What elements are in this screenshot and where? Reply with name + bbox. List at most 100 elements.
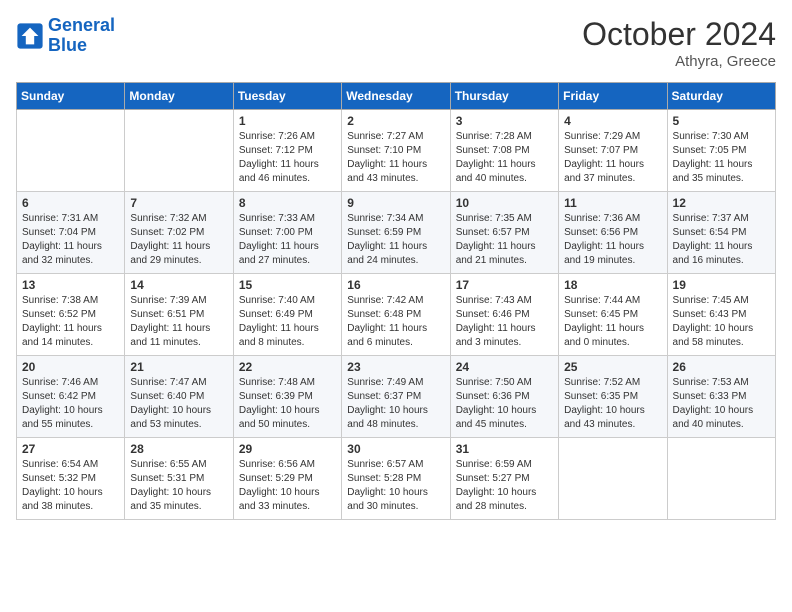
calendar-cell: 29 Sunrise: 6:56 AM Sunset: 5:29 PM Dayli… bbox=[233, 438, 341, 520]
cell-info: Sunrise: 7:29 AM Sunset: 7:07 PM Dayligh… bbox=[564, 130, 661, 186]
day-number: 15 bbox=[239, 278, 336, 292]
cell-info: Sunrise: 7:36 AM Sunset: 6:56 PM Dayligh… bbox=[564, 212, 661, 268]
day-number: 10 bbox=[456, 196, 553, 210]
calendar-cell: 1 Sunrise: 7:26 AM Sunset: 7:12 PM Daylig… bbox=[233, 110, 341, 192]
cell-info: Sunrise: 7:50 AM Sunset: 6:36 PM Dayligh… bbox=[456, 376, 553, 432]
day-number: 17 bbox=[456, 278, 553, 292]
day-number: 12 bbox=[673, 196, 770, 210]
location: Athyra, Greece bbox=[582, 53, 776, 70]
week-row-2: 6 Sunrise: 7:31 AM Sunset: 7:04 PM Daylig… bbox=[17, 192, 776, 274]
weekday-saturday: Saturday bbox=[667, 83, 775, 110]
cell-info: Sunrise: 7:46 AM Sunset: 6:42 PM Dayligh… bbox=[22, 376, 119, 432]
title-block: October 2024 Athyra, Greece bbox=[582, 16, 776, 70]
calendar-cell bbox=[559, 438, 667, 520]
cell-info: Sunrise: 7:39 AM Sunset: 6:51 PM Dayligh… bbox=[130, 294, 227, 350]
calendar-cell: 6 Sunrise: 7:31 AM Sunset: 7:04 PM Daylig… bbox=[17, 192, 125, 274]
calendar-table: SundayMondayTuesdayWednesdayThursdayFrid… bbox=[16, 82, 776, 520]
cell-info: Sunrise: 7:32 AM Sunset: 7:02 PM Dayligh… bbox=[130, 212, 227, 268]
page-header: General Blue October 2024 Athyra, Greece bbox=[16, 16, 776, 70]
day-number: 13 bbox=[22, 278, 119, 292]
day-number: 14 bbox=[130, 278, 227, 292]
month-title: October 2024 bbox=[582, 16, 776, 53]
calendar-cell: 18 Sunrise: 7:44 AM Sunset: 6:45 PM Dayli… bbox=[559, 274, 667, 356]
calendar-cell: 25Sunrise: 7:52 AM Sunset: 6:35 PM Dayli… bbox=[559, 356, 667, 438]
calendar-cell: 17 Sunrise: 7:43 AM Sunset: 6:46 PM Dayli… bbox=[450, 274, 558, 356]
day-number: 7 bbox=[130, 196, 227, 210]
calendar-cell: 3 Sunrise: 7:28 AM Sunset: 7:08 PM Daylig… bbox=[450, 110, 558, 192]
calendar-cell: 20Sunrise: 7:46 AM Sunset: 6:42 PM Dayli… bbox=[17, 356, 125, 438]
calendar-cell bbox=[667, 438, 775, 520]
cell-info: Sunrise: 6:56 AM Sunset: 5:29 PM Dayligh… bbox=[239, 458, 336, 514]
day-number: 23 bbox=[347, 360, 444, 374]
calendar-cell: 10 Sunrise: 7:35 AM Sunset: 6:57 PM Dayli… bbox=[450, 192, 558, 274]
cell-info: Sunrise: 7:44 AM Sunset: 6:45 PM Dayligh… bbox=[564, 294, 661, 350]
day-number: 18 bbox=[564, 278, 661, 292]
cell-info: Sunrise: 7:47 AM Sunset: 6:40 PM Dayligh… bbox=[130, 376, 227, 432]
logo-text: General Blue bbox=[48, 16, 115, 56]
calendar-cell: 22Sunrise: 7:48 AM Sunset: 6:39 PM Dayli… bbox=[233, 356, 341, 438]
weekday-friday: Friday bbox=[559, 83, 667, 110]
cell-info: Sunrise: 6:54 AM Sunset: 5:32 PM Dayligh… bbox=[22, 458, 119, 514]
day-number: 2 bbox=[347, 114, 444, 128]
day-number: 6 bbox=[22, 196, 119, 210]
cell-info: Sunrise: 6:59 AM Sunset: 5:27 PM Dayligh… bbox=[456, 458, 553, 514]
calendar-cell: 9Sunrise: 7:34 AM Sunset: 6:59 PM Daylig… bbox=[342, 192, 450, 274]
day-number: 29 bbox=[239, 442, 336, 456]
calendar-cell: 30Sunrise: 6:57 AM Sunset: 5:28 PM Dayli… bbox=[342, 438, 450, 520]
weekday-sunday: Sunday bbox=[17, 83, 125, 110]
logo: General Blue bbox=[16, 16, 115, 56]
week-row-1: 1 Sunrise: 7:26 AM Sunset: 7:12 PM Daylig… bbox=[17, 110, 776, 192]
day-number: 24 bbox=[456, 360, 553, 374]
calendar-cell: 27 Sunrise: 6:54 AM Sunset: 5:32 PM Dayli… bbox=[17, 438, 125, 520]
day-number: 25 bbox=[564, 360, 661, 374]
calendar-cell: 19 Sunrise: 7:45 AM Sunset: 6:43 PM Dayli… bbox=[667, 274, 775, 356]
calendar-cell: 4Sunrise: 7:29 AM Sunset: 7:07 PM Daylig… bbox=[559, 110, 667, 192]
weekday-wednesday: Wednesday bbox=[342, 83, 450, 110]
day-number: 31 bbox=[456, 442, 553, 456]
day-number: 22 bbox=[239, 360, 336, 374]
cell-info: Sunrise: 7:43 AM Sunset: 6:46 PM Dayligh… bbox=[456, 294, 553, 350]
calendar-cell: 24 Sunrise: 7:50 AM Sunset: 6:36 PM Dayli… bbox=[450, 356, 558, 438]
cell-info: Sunrise: 7:31 AM Sunset: 7:04 PM Dayligh… bbox=[22, 212, 119, 268]
week-row-4: 20Sunrise: 7:46 AM Sunset: 6:42 PM Dayli… bbox=[17, 356, 776, 438]
calendar-cell: 11 Sunrise: 7:36 AM Sunset: 6:56 PM Dayli… bbox=[559, 192, 667, 274]
logo-icon bbox=[16, 22, 44, 50]
calendar-cell: 23 Sunrise: 7:49 AM Sunset: 6:37 PM Dayli… bbox=[342, 356, 450, 438]
cell-info: Sunrise: 7:49 AM Sunset: 6:37 PM Dayligh… bbox=[347, 376, 444, 432]
day-number: 1 bbox=[239, 114, 336, 128]
day-number: 11 bbox=[564, 196, 661, 210]
cell-info: Sunrise: 6:55 AM Sunset: 5:31 PM Dayligh… bbox=[130, 458, 227, 514]
calendar-cell: 28Sunrise: 6:55 AM Sunset: 5:31 PM Dayli… bbox=[125, 438, 233, 520]
cell-info: Sunrise: 7:35 AM Sunset: 6:57 PM Dayligh… bbox=[456, 212, 553, 268]
calendar-cell: 2 Sunrise: 7:27 AM Sunset: 7:10 PM Daylig… bbox=[342, 110, 450, 192]
calendar-cell: 21 Sunrise: 7:47 AM Sunset: 6:40 PM Dayli… bbox=[125, 356, 233, 438]
weekday-header-row: SundayMondayTuesdayWednesdayThursdayFrid… bbox=[17, 83, 776, 110]
weekday-monday: Monday bbox=[125, 83, 233, 110]
calendar-cell: 15 Sunrise: 7:40 AM Sunset: 6:49 PM Dayli… bbox=[233, 274, 341, 356]
cell-info: Sunrise: 7:28 AM Sunset: 7:08 PM Dayligh… bbox=[456, 130, 553, 186]
cell-info: Sunrise: 7:40 AM Sunset: 6:49 PM Dayligh… bbox=[239, 294, 336, 350]
calendar-cell: 12Sunrise: 7:37 AM Sunset: 6:54 PM Dayli… bbox=[667, 192, 775, 274]
calendar-cell: 31 Sunrise: 6:59 AM Sunset: 5:27 PM Dayli… bbox=[450, 438, 558, 520]
day-number: 3 bbox=[456, 114, 553, 128]
weekday-tuesday: Tuesday bbox=[233, 83, 341, 110]
day-number: 9 bbox=[347, 196, 444, 210]
day-number: 21 bbox=[130, 360, 227, 374]
cell-info: Sunrise: 7:27 AM Sunset: 7:10 PM Dayligh… bbox=[347, 130, 444, 186]
day-number: 19 bbox=[673, 278, 770, 292]
cell-info: Sunrise: 7:26 AM Sunset: 7:12 PM Dayligh… bbox=[239, 130, 336, 186]
calendar-cell: 5Sunrise: 7:30 AM Sunset: 7:05 PM Daylig… bbox=[667, 110, 775, 192]
day-number: 27 bbox=[22, 442, 119, 456]
calendar-cell bbox=[125, 110, 233, 192]
calendar-cell: 16 Sunrise: 7:42 AM Sunset: 6:48 PM Dayli… bbox=[342, 274, 450, 356]
cell-info: Sunrise: 7:30 AM Sunset: 7:05 PM Dayligh… bbox=[673, 130, 770, 186]
calendar-cell: 13Sunrise: 7:38 AM Sunset: 6:52 PM Dayli… bbox=[17, 274, 125, 356]
cell-info: Sunrise: 7:45 AM Sunset: 6:43 PM Dayligh… bbox=[673, 294, 770, 350]
cell-info: Sunrise: 7:42 AM Sunset: 6:48 PM Dayligh… bbox=[347, 294, 444, 350]
day-number: 16 bbox=[347, 278, 444, 292]
week-row-5: 27 Sunrise: 6:54 AM Sunset: 5:32 PM Dayli… bbox=[17, 438, 776, 520]
calendar-cell: 8Sunrise: 7:33 AM Sunset: 7:00 PM Daylig… bbox=[233, 192, 341, 274]
calendar-cell bbox=[17, 110, 125, 192]
calendar-body: 1 Sunrise: 7:26 AM Sunset: 7:12 PM Daylig… bbox=[17, 110, 776, 520]
day-number: 26 bbox=[673, 360, 770, 374]
